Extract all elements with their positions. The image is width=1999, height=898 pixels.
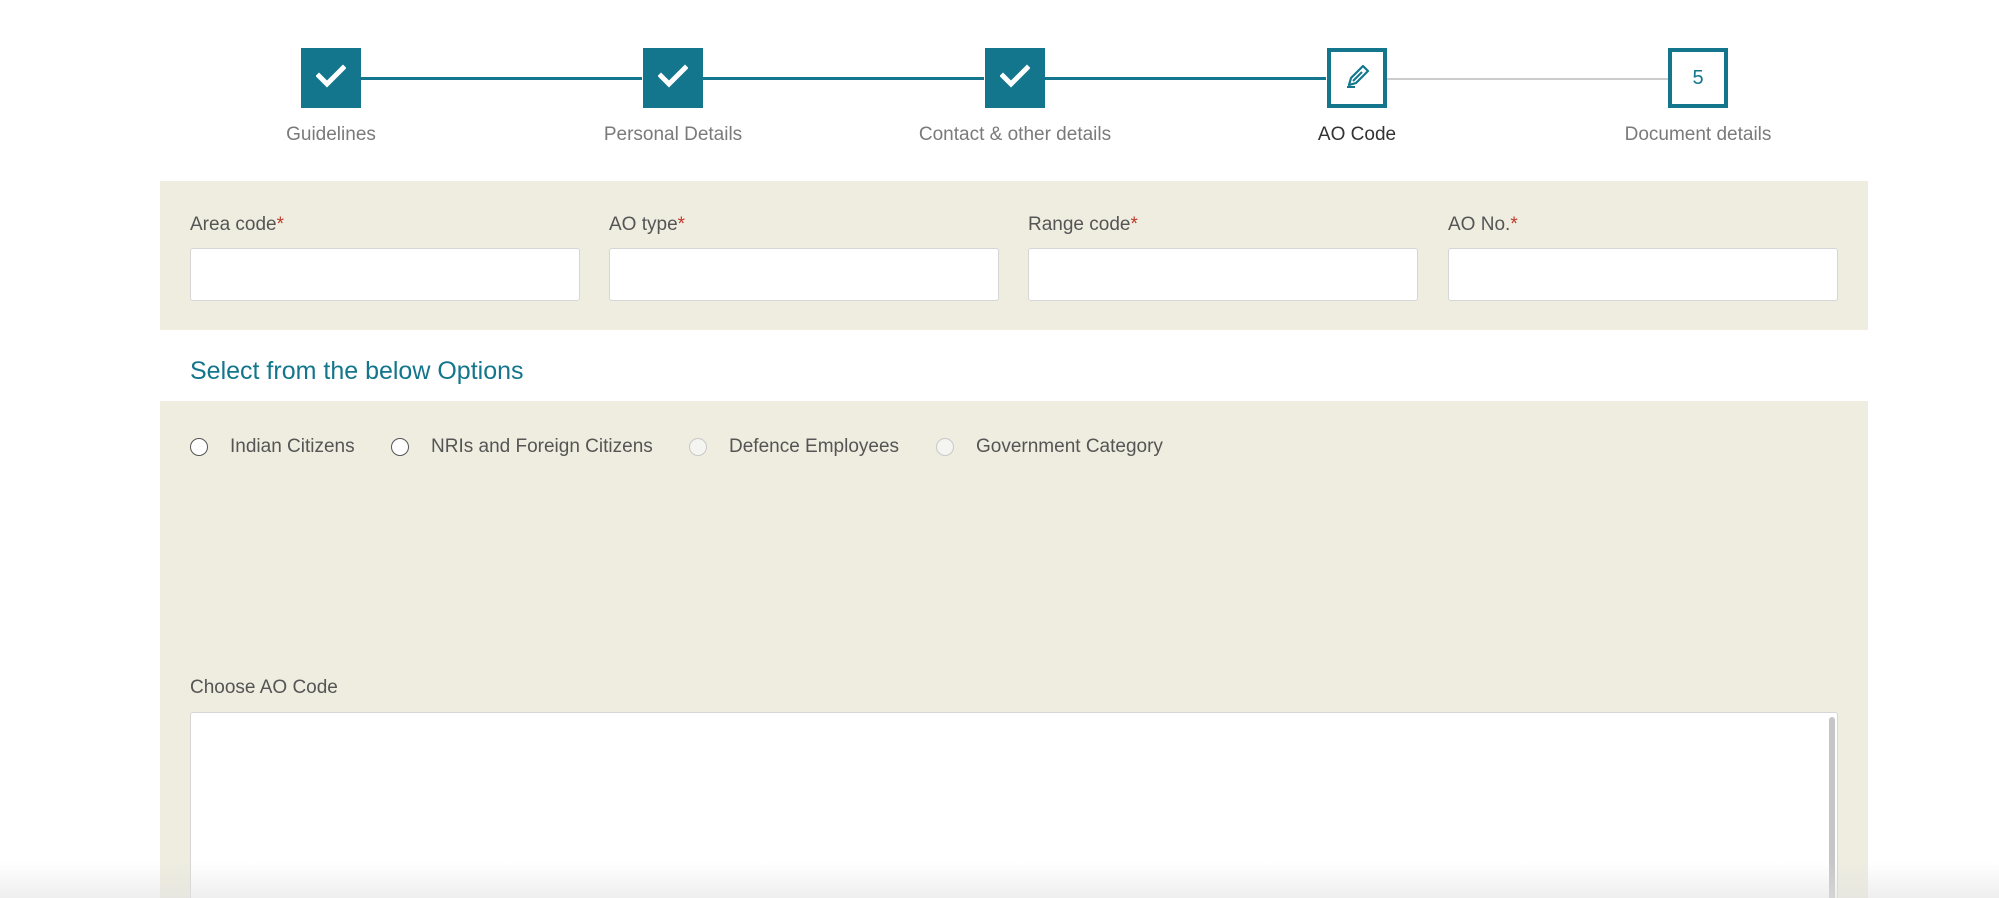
required-mark: * [677, 214, 686, 235]
range-code-label-text: Range code [1028, 214, 1131, 235]
step-guidelines[interactable] [301, 48, 361, 108]
step-document-details[interactable]: 5 [1668, 48, 1728, 108]
radio-label: NRIs and Foreign Citizens [431, 436, 653, 457]
ao-type-label: AO type* [609, 214, 685, 236]
options-panel: Indian Citizens NRIs and Foreign Citizen… [160, 401, 1868, 898]
radio-defence-employees: Defence Employees [689, 434, 899, 460]
step-label-ao-code: AO Code [1317, 124, 1397, 145]
progress-stepper: Guidelines Personal Details Contact & ot… [0, 0, 1999, 170]
radio-button[interactable] [190, 438, 208, 456]
ao-fields-panel: Area code* AO type* Range code* AO No.* [160, 181, 1868, 330]
area-code-label-text: Area code [190, 214, 277, 235]
required-mark: * [276, 214, 285, 235]
radio-nri-foreign-citizens[interactable]: NRIs and Foreign Citizens [391, 434, 653, 460]
ao-number-label: AO No.* [1448, 214, 1518, 236]
required-mark: * [1130, 214, 1138, 235]
step-label-contact-details: Contact & other details [918, 124, 1112, 145]
area-code-input[interactable] [190, 248, 580, 301]
step-connector [1386, 78, 1668, 80]
area-code-label: Area code* [190, 214, 284, 236]
radio-label: Government Category [976, 436, 1163, 457]
options-section-title: Select from the below Options [190, 357, 524, 385]
ao-code-form-page: Guidelines Personal Details Contact & ot… [0, 0, 1999, 898]
step-personal-details[interactable] [643, 48, 703, 108]
radio-indian-citizens[interactable]: Indian Citizens [190, 434, 355, 460]
choose-ao-code-label: Choose AO Code [190, 677, 338, 698]
check-icon [315, 63, 347, 93]
ao-type-input[interactable] [609, 248, 999, 301]
radio-button-disabled [936, 438, 954, 456]
pencil-icon [1341, 60, 1373, 97]
step-label-document-details: Document details [1624, 124, 1772, 145]
check-icon [657, 63, 689, 93]
step-contact-details[interactable] [985, 48, 1045, 108]
range-code-label: Range code* [1028, 214, 1138, 236]
ao-type-label-text: AO type [609, 214, 678, 235]
ao-number-label-text: AO No. [1448, 214, 1511, 235]
ao-number-input[interactable] [1448, 248, 1838, 301]
step-label-guidelines: Guidelines [286, 124, 376, 145]
range-code-input[interactable] [1028, 248, 1418, 301]
check-icon [999, 63, 1031, 93]
radio-label: Defence Employees [729, 436, 900, 457]
step-ao-code[interactable] [1327, 48, 1387, 108]
step-connector [702, 77, 984, 80]
step-connector [1044, 77, 1326, 80]
step-number: 5 [1692, 66, 1704, 89]
radio-government-category: Government Category [936, 434, 1163, 460]
ao-code-list[interactable] [190, 712, 1838, 898]
step-label-personal-details: Personal Details [603, 124, 743, 145]
radio-button-disabled [689, 438, 707, 456]
required-mark: * [1510, 214, 1518, 235]
step-connector [360, 77, 642, 80]
scrollbar[interactable] [1829, 717, 1835, 898]
radio-button[interactable] [391, 438, 409, 456]
radio-label: Indian Citizens [230, 436, 355, 457]
